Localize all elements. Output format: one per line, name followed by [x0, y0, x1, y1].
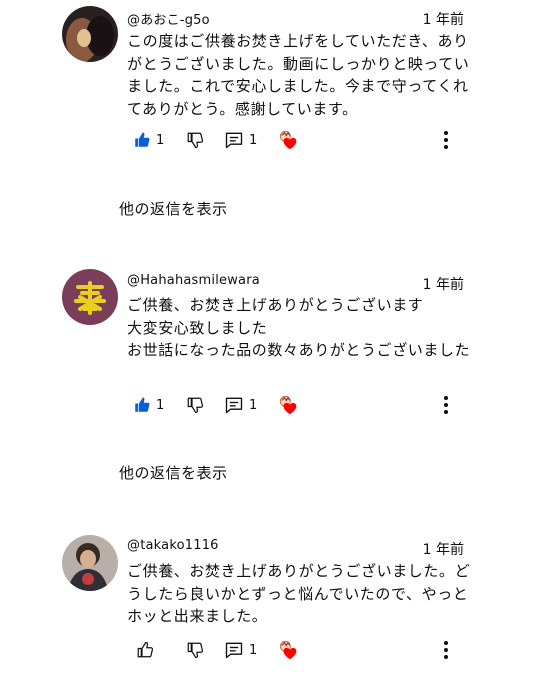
comment-timestamp[interactable]: 1 年前: [423, 539, 464, 559]
comment-actions: 1 1: [0, 128, 540, 152]
creator-heart-icon: [279, 130, 297, 150]
comment-text: ご供養、お焚き上げありがとうございました。どうしたら良いかとずっと悩んでいたので…: [127, 562, 471, 625]
reply-button[interactable]: 1: [224, 393, 257, 417]
thumbs-down-icon: [187, 642, 204, 659]
comment-actions: 1 1: [0, 393, 540, 417]
show-replies-button[interactable]: 他の返信を表示: [119, 198, 228, 219]
reply-count: 1: [249, 132, 258, 148]
creator-heart-button[interactable]: [278, 638, 300, 662]
dislike-button[interactable]: [186, 128, 204, 152]
like-button[interactable]: 1: [133, 393, 164, 417]
comment-actions: 1: [0, 638, 540, 662]
comment-author[interactable]: @あおこ-g5o: [127, 9, 210, 28]
like-button[interactable]: [136, 638, 159, 662]
reply-button[interactable]: 1: [224, 128, 257, 152]
reply-count: 1: [249, 397, 258, 413]
avatar[interactable]: [62, 269, 118, 325]
comment-text: この度はご供養お焚き上げをしていただき、ありがとうございました。動画にしっかりと…: [127, 32, 470, 118]
creator-heart-button[interactable]: [278, 128, 300, 152]
like-count: 1: [156, 132, 165, 148]
show-replies-button[interactable]: 他の返信を表示: [119, 462, 228, 483]
comment-timestamp[interactable]: 1 年前: [423, 274, 464, 294]
creator-heart-icon: [279, 395, 297, 415]
more-options-icon[interactable]: [436, 128, 456, 152]
creator-heart-button[interactable]: [278, 393, 300, 417]
comment-author[interactable]: @takako1116: [127, 538, 219, 553]
comment-icon: [225, 132, 243, 149]
avatar[interactable]: [62, 535, 118, 591]
dislike-button[interactable]: [186, 393, 204, 417]
thumbs-down-icon: [187, 397, 204, 414]
comment-timestamp[interactable]: 1 年前: [423, 9, 464, 29]
reply-button[interactable]: 1: [224, 638, 257, 662]
thumbs-up-icon: [135, 132, 150, 147]
comment-text: ご供養、お焚き上げありがとうございます 大変安心致しました お世話になった品の数…: [127, 296, 471, 359]
comment-author[interactable]: @Hahahasmilewara: [127, 273, 260, 288]
more-options-icon[interactable]: [436, 638, 456, 662]
thumbs-up-icon: [135, 397, 150, 412]
dislike-button[interactable]: [186, 638, 204, 662]
like-count: 1: [156, 397, 165, 413]
thumbs-up-icon: [137, 641, 154, 658]
avatar[interactable]: [62, 6, 118, 62]
creator-heart-icon: [279, 640, 297, 660]
comment-icon: [225, 397, 243, 414]
reply-count: 1: [249, 642, 258, 658]
more-options-icon[interactable]: [436, 393, 456, 417]
thumbs-down-icon: [187, 132, 204, 149]
like-button[interactable]: 1: [133, 128, 164, 152]
comment-icon: [225, 642, 243, 659]
